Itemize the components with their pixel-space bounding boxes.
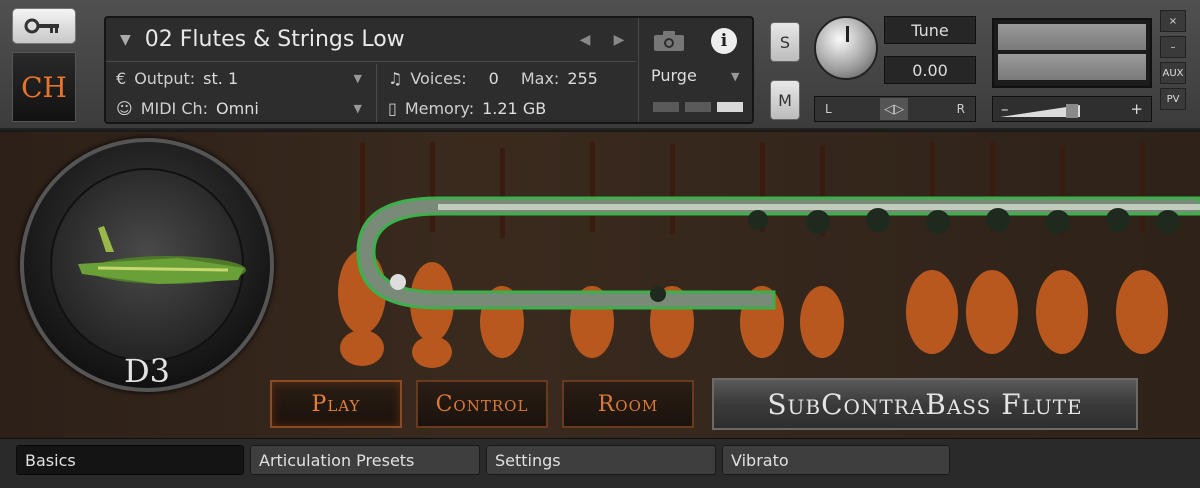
mute-button[interactable]: M bbox=[770, 80, 800, 120]
info-icon[interactable]: i bbox=[711, 28, 737, 54]
tune-label: Tune bbox=[884, 16, 976, 44]
pv-button[interactable]: PV bbox=[1160, 88, 1186, 110]
purge-bar bbox=[717, 102, 743, 112]
voices-value: 0 bbox=[488, 68, 499, 88]
minimize-icon[interactable]: – bbox=[1160, 36, 1186, 58]
violin-row bbox=[338, 142, 1168, 368]
pan-slider[interactable]: L ◁▷ R bbox=[814, 96, 976, 122]
midi-label: MIDI Ch: bbox=[140, 98, 209, 118]
pan-right-label: R bbox=[956, 102, 965, 116]
snapshot-block: i Purge ▼ bbox=[638, 18, 752, 122]
tab-basics[interactable]: Basics bbox=[16, 445, 244, 475]
memory-row: ▯ Memory: 1.21 GB bbox=[388, 93, 546, 123]
instrument-name-plate: SubContraBass Flute bbox=[712, 378, 1138, 430]
instrument-header: CH ▼ 02 Flutes & Strings Low ◀ ▶ € Outpu… bbox=[0, 0, 1200, 130]
midi-dropdown-icon[interactable]: ▼ bbox=[354, 102, 362, 115]
note-badge-inner: D3 bbox=[50, 168, 246, 390]
purge-dropdown-icon[interactable]: ▼ bbox=[731, 70, 739, 83]
divider bbox=[376, 64, 377, 122]
purge-button[interactable]: Purge bbox=[651, 66, 697, 85]
tab-play[interactable]: Play bbox=[270, 380, 402, 428]
tab-control[interactable]: Control bbox=[416, 380, 548, 428]
output-icon: € bbox=[116, 68, 127, 88]
instrument-info-panel: ▼ 02 Flutes & Strings Low ◀ ▶ € Output: … bbox=[104, 16, 754, 124]
memory-value: 1.21 GB bbox=[482, 98, 547, 118]
aux-button[interactable]: AUX bbox=[1160, 62, 1186, 84]
voices-label: Voices: bbox=[410, 68, 467, 88]
instrument-main: D3 Play Control Room SubContraBass Flute bbox=[0, 132, 1200, 438]
output-value[interactable]: st. 1 bbox=[203, 69, 238, 88]
meter-left-channel bbox=[998, 24, 1146, 50]
next-instrument-icon[interactable]: ▶ bbox=[602, 32, 636, 48]
purge-indicator bbox=[653, 102, 743, 112]
prev-instrument-icon[interactable]: ◀ bbox=[568, 32, 602, 48]
midi-icon: ☺ bbox=[116, 98, 133, 118]
wrench-icon[interactable] bbox=[12, 8, 76, 44]
voices-row: ♫ Voices: 0 Max: 255 bbox=[388, 63, 598, 93]
memory-icon: ▯ bbox=[388, 98, 397, 118]
tab-room[interactable]: Room bbox=[562, 380, 694, 428]
flute-thumbnail-icon bbox=[78, 226, 246, 284]
tune-value[interactable]: 0.00 bbox=[884, 56, 976, 84]
midi-value[interactable]: Omni bbox=[216, 99, 259, 118]
midi-row[interactable]: ☺ MIDI Ch: Omni ▼ bbox=[116, 93, 374, 123]
tab-articulation-presets[interactable]: Articulation Presets bbox=[250, 445, 480, 475]
volume-ramp bbox=[1000, 104, 1080, 118]
close-icon[interactable]: × bbox=[1160, 10, 1186, 32]
title-row: ▼ 02 Flutes & Strings Low ◀ ▶ bbox=[106, 18, 636, 62]
tab-vibrato[interactable]: Vibrato bbox=[722, 445, 950, 475]
camera-icon[interactable] bbox=[653, 30, 685, 52]
pan-center-icon[interactable]: ◁▷ bbox=[880, 98, 909, 120]
level-meter bbox=[992, 18, 1152, 88]
max-value[interactable]: 255 bbox=[567, 69, 598, 88]
purge-bar bbox=[685, 102, 711, 112]
window-controls: × – AUX PV bbox=[1160, 10, 1188, 114]
purge-bar bbox=[653, 102, 679, 112]
meter-right-channel bbox=[998, 54, 1146, 80]
current-note: D3 bbox=[123, 352, 170, 390]
tune-knob[interactable] bbox=[814, 16, 878, 80]
memory-label: Memory: bbox=[404, 98, 475, 118]
instrument-artwork bbox=[338, 142, 1200, 368]
max-label: Max: bbox=[520, 68, 560, 88]
voices-icon: ♫ bbox=[388, 68, 403, 88]
output-label: Output: bbox=[134, 68, 196, 88]
script-tabs: Basics Articulation Presets Settings Vib… bbox=[0, 438, 1200, 488]
output-row[interactable]: € Output: st. 1 ▼ bbox=[116, 63, 374, 93]
output-dropdown-icon[interactable]: ▼ bbox=[354, 72, 362, 85]
note-badge: D3 bbox=[20, 138, 274, 392]
instrument-title[interactable]: 02 Flutes & Strings Low bbox=[145, 27, 568, 52]
instrument-menu-icon[interactable]: ▼ bbox=[120, 32, 131, 48]
pan-left-label: L bbox=[825, 102, 832, 116]
library-logo: CH bbox=[12, 52, 76, 122]
tab-settings[interactable]: Settings bbox=[486, 445, 716, 475]
volume-plus-icon[interactable]: + bbox=[1130, 100, 1143, 118]
solo-button[interactable]: S bbox=[770, 22, 800, 62]
